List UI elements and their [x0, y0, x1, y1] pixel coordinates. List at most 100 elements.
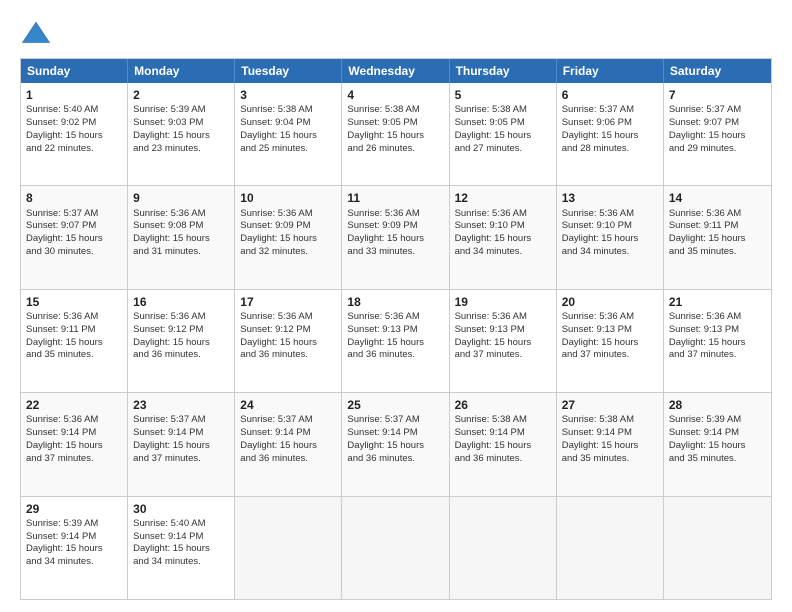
day-cell-17: 17Sunrise: 5:36 AMSunset: 9:12 PMDayligh…: [235, 290, 342, 392]
day-cell-21: 21Sunrise: 5:36 AMSunset: 9:13 PMDayligh…: [664, 290, 771, 392]
empty-cell: [450, 497, 557, 599]
header-day-saturday: Saturday: [664, 59, 771, 83]
day-info-line: and 36 minutes.: [347, 349, 443, 362]
day-info-line: Sunset: 9:08 PM: [133, 220, 229, 233]
day-info-line: Sunset: 9:12 PM: [240, 324, 336, 337]
day-info-line: Daylight: 15 hours: [347, 130, 443, 143]
calendar-body: 1Sunrise: 5:40 AMSunset: 9:02 PMDaylight…: [21, 83, 771, 599]
day-number: 23: [133, 397, 229, 413]
day-info-line: Daylight: 15 hours: [347, 337, 443, 350]
day-info-line: Daylight: 15 hours: [26, 440, 122, 453]
header: [20, 18, 772, 50]
day-info-line: Daylight: 15 hours: [562, 337, 658, 350]
day-info-line: Sunrise: 5:38 AM: [347, 104, 443, 117]
day-cell-24: 24Sunrise: 5:37 AMSunset: 9:14 PMDayligh…: [235, 393, 342, 495]
day-cell-25: 25Sunrise: 5:37 AMSunset: 9:14 PMDayligh…: [342, 393, 449, 495]
day-info-line: Daylight: 15 hours: [669, 233, 766, 246]
day-info-line: Daylight: 15 hours: [240, 440, 336, 453]
day-info-line: and 35 minutes.: [26, 349, 122, 362]
day-info-line: Sunset: 9:14 PM: [455, 427, 551, 440]
day-info-line: and 34 minutes.: [133, 556, 229, 569]
day-info-line: and 35 minutes.: [669, 246, 766, 259]
day-number: 14: [669, 190, 766, 206]
day-cell-22: 22Sunrise: 5:36 AMSunset: 9:14 PMDayligh…: [21, 393, 128, 495]
day-cell-5: 5Sunrise: 5:38 AMSunset: 9:05 PMDaylight…: [450, 83, 557, 185]
day-info-line: Sunrise: 5:40 AM: [133, 518, 229, 531]
header-day-tuesday: Tuesday: [235, 59, 342, 83]
day-info-line: Sunset: 9:12 PM: [133, 324, 229, 337]
day-cell-30: 30Sunrise: 5:40 AMSunset: 9:14 PMDayligh…: [128, 497, 235, 599]
day-cell-27: 27Sunrise: 5:38 AMSunset: 9:14 PMDayligh…: [557, 393, 664, 495]
day-info-line: and 29 minutes.: [669, 143, 766, 156]
day-number: 28: [669, 397, 766, 413]
page: SundayMondayTuesdayWednesdayThursdayFrid…: [0, 0, 792, 612]
day-info-line: Sunset: 9:10 PM: [562, 220, 658, 233]
day-number: 25: [347, 397, 443, 413]
day-info-line: Sunset: 9:14 PM: [26, 531, 122, 544]
day-info-line: Sunset: 9:13 PM: [562, 324, 658, 337]
day-cell-19: 19Sunrise: 5:36 AMSunset: 9:13 PMDayligh…: [450, 290, 557, 392]
day-info-line: Sunrise: 5:39 AM: [133, 104, 229, 117]
day-cell-13: 13Sunrise: 5:36 AMSunset: 9:10 PMDayligh…: [557, 186, 664, 288]
day-number: 26: [455, 397, 551, 413]
day-info-line: Sunrise: 5:36 AM: [240, 208, 336, 221]
day-info-line: Sunrise: 5:40 AM: [26, 104, 122, 117]
empty-cell: [664, 497, 771, 599]
day-info-line: Daylight: 15 hours: [347, 440, 443, 453]
day-number: 30: [133, 501, 229, 517]
day-info-line: and 25 minutes.: [240, 143, 336, 156]
day-info-line: Sunset: 9:02 PM: [26, 117, 122, 130]
logo: [20, 18, 56, 50]
day-number: 6: [562, 87, 658, 103]
day-info-line: Sunrise: 5:36 AM: [26, 414, 122, 427]
day-number: 17: [240, 294, 336, 310]
day-info-line: Sunset: 9:04 PM: [240, 117, 336, 130]
day-cell-2: 2Sunrise: 5:39 AMSunset: 9:03 PMDaylight…: [128, 83, 235, 185]
day-info-line: Sunset: 9:09 PM: [240, 220, 336, 233]
day-info-line: Sunrise: 5:36 AM: [669, 311, 766, 324]
day-info-line: and 34 minutes.: [455, 246, 551, 259]
day-info-line: Sunrise: 5:37 AM: [133, 414, 229, 427]
day-cell-28: 28Sunrise: 5:39 AMSunset: 9:14 PMDayligh…: [664, 393, 771, 495]
day-number: 5: [455, 87, 551, 103]
day-info-line: Daylight: 15 hours: [562, 233, 658, 246]
day-cell-3: 3Sunrise: 5:38 AMSunset: 9:04 PMDaylight…: [235, 83, 342, 185]
day-info-line: and 37 minutes.: [669, 349, 766, 362]
day-info-line: and 33 minutes.: [347, 246, 443, 259]
day-cell-20: 20Sunrise: 5:36 AMSunset: 9:13 PMDayligh…: [557, 290, 664, 392]
day-info-line: and 34 minutes.: [26, 556, 122, 569]
header-day-sunday: Sunday: [21, 59, 128, 83]
day-info-line: Sunrise: 5:36 AM: [26, 311, 122, 324]
day-info-line: Sunset: 9:03 PM: [133, 117, 229, 130]
day-info-line: and 36 minutes.: [240, 453, 336, 466]
day-info-line: and 37 minutes.: [133, 453, 229, 466]
calendar-header: SundayMondayTuesdayWednesdayThursdayFrid…: [21, 59, 771, 83]
day-info-line: Sunset: 9:07 PM: [26, 220, 122, 233]
calendar-week-2: 8Sunrise: 5:37 AMSunset: 9:07 PMDaylight…: [21, 186, 771, 289]
day-info-line: and 22 minutes.: [26, 143, 122, 156]
day-info-line: Daylight: 15 hours: [669, 440, 766, 453]
day-info-line: Daylight: 15 hours: [562, 130, 658, 143]
day-number: 20: [562, 294, 658, 310]
day-number: 21: [669, 294, 766, 310]
empty-cell: [342, 497, 449, 599]
day-info-line: Sunrise: 5:38 AM: [240, 104, 336, 117]
day-number: 13: [562, 190, 658, 206]
day-info-line: Sunrise: 5:36 AM: [562, 311, 658, 324]
day-info-line: Daylight: 15 hours: [133, 130, 229, 143]
day-info-line: Sunset: 9:07 PM: [669, 117, 766, 130]
day-info-line: Sunrise: 5:37 AM: [562, 104, 658, 117]
header-day-monday: Monday: [128, 59, 235, 83]
day-info-line: Sunrise: 5:36 AM: [455, 311, 551, 324]
day-info-line: and 27 minutes.: [455, 143, 551, 156]
day-info-line: Daylight: 15 hours: [455, 130, 551, 143]
day-info-line: Sunrise: 5:37 AM: [347, 414, 443, 427]
day-number: 8: [26, 190, 122, 206]
day-number: 7: [669, 87, 766, 103]
day-info-line: Sunrise: 5:39 AM: [669, 414, 766, 427]
empty-cell: [235, 497, 342, 599]
day-info-line: Sunrise: 5:37 AM: [240, 414, 336, 427]
day-info-line: Sunset: 9:13 PM: [347, 324, 443, 337]
day-info-line: and 37 minutes.: [562, 349, 658, 362]
header-day-wednesday: Wednesday: [342, 59, 449, 83]
